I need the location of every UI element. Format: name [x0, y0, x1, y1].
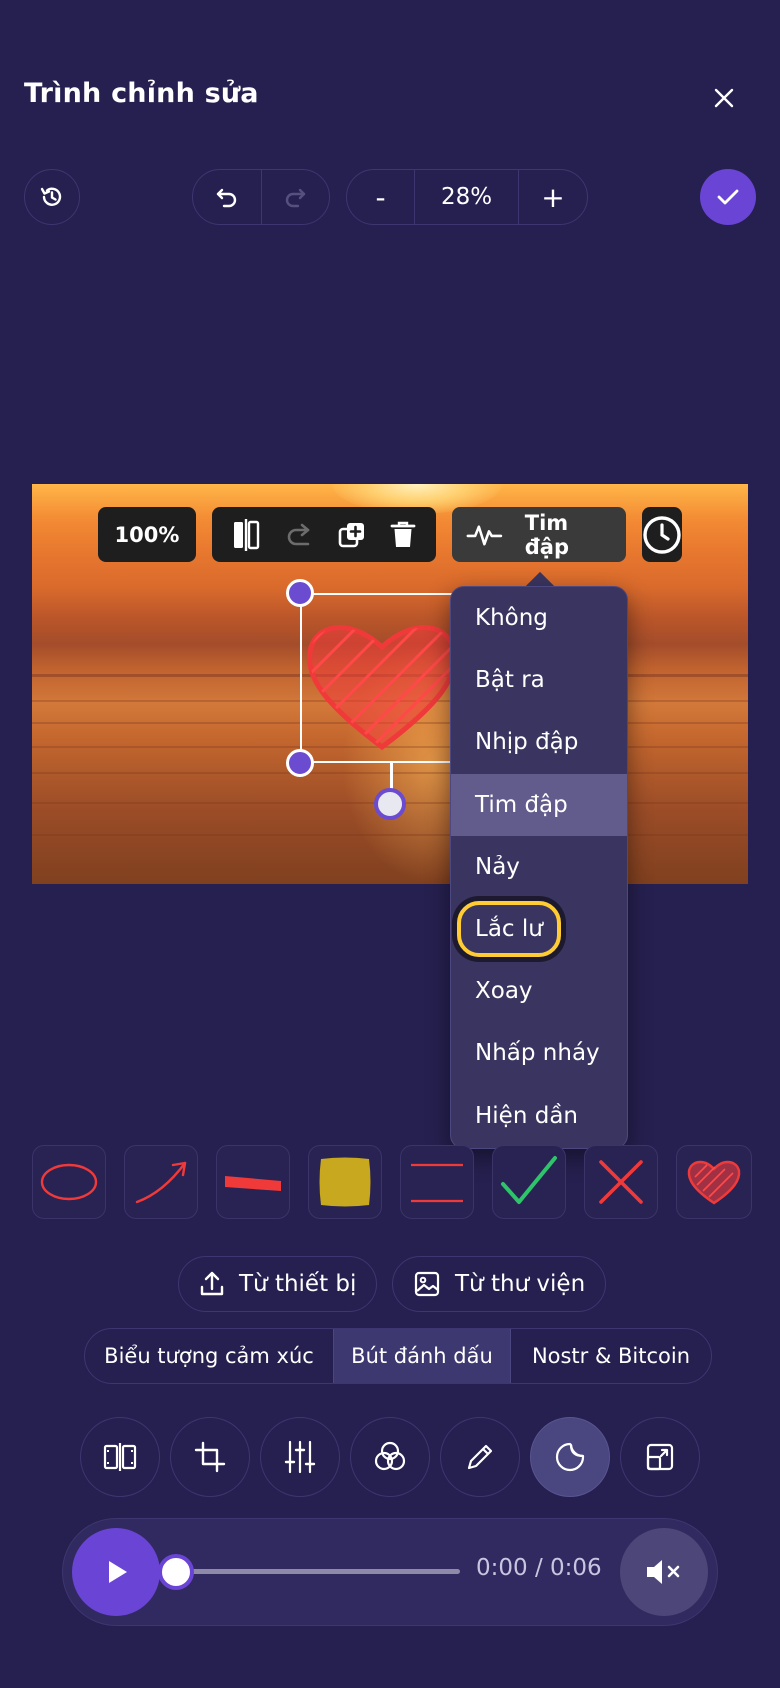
- undo-redo-group: [192, 169, 330, 225]
- resize-handle-bottom-left[interactable]: [286, 749, 314, 777]
- confirm-button[interactable]: [700, 169, 756, 225]
- close-button[interactable]: [704, 78, 744, 118]
- double-line-sticker[interactable]: [400, 1145, 474, 1219]
- check-icon: [717, 189, 739, 205]
- timing-button[interactable]: [642, 507, 682, 562]
- seek-track[interactable]: [176, 1569, 460, 1574]
- object-tools: [212, 507, 436, 562]
- speaker-muted-icon: [647, 1560, 680, 1584]
- image-library-icon: [414, 1271, 440, 1297]
- crop-tool-button[interactable]: [170, 1417, 250, 1497]
- sticker-tool-button[interactable]: [530, 1417, 610, 1497]
- tab-markers[interactable]: Bút đánh dấu: [333, 1329, 511, 1383]
- cross-sticker[interactable]: [584, 1145, 658, 1219]
- anim-option-fade-in[interactable]: Hiện dần: [451, 1085, 627, 1147]
- opacity-button[interactable]: 100%: [98, 507, 196, 562]
- animation-dropdown: Không Bật ra Nhịp đập Tim đập Nảy Lắc lư…: [450, 586, 628, 1149]
- redo-arrow-icon[interactable]: [282, 519, 314, 551]
- rotate-handle[interactable]: [374, 788, 406, 820]
- redo-button[interactable]: [260, 170, 330, 224]
- ellipse-sticker[interactable]: [32, 1145, 106, 1219]
- duplicate-icon[interactable]: [336, 519, 368, 551]
- resize-tool-button[interactable]: [620, 1417, 700, 1497]
- flip-icon[interactable]: [231, 518, 261, 552]
- draw-icon: [467, 1444, 493, 1470]
- anim-option-none[interactable]: Không: [451, 587, 627, 649]
- line-sticker[interactable]: [216, 1145, 290, 1219]
- filter-icon: [374, 1441, 406, 1471]
- upload-from-library-label: Từ thư viện: [455, 1271, 586, 1297]
- animation-label: Tim đập: [524, 510, 569, 559]
- mute-button[interactable]: [620, 1528, 708, 1616]
- playback-time: 0:00 / 0:06: [476, 1555, 602, 1581]
- zoom-control: - 28% +: [346, 169, 588, 225]
- seek-thumb[interactable]: [158, 1554, 194, 1590]
- play-button[interactable]: [72, 1528, 160, 1616]
- sticker-icon: [555, 1442, 585, 1472]
- draw-tool-button[interactable]: [440, 1417, 520, 1497]
- close-icon: [714, 88, 734, 108]
- trash-icon[interactable]: [389, 519, 417, 551]
- adjust-icon: [284, 1440, 316, 1474]
- tab-emoji[interactable]: Biểu tượng cảm xúc: [85, 1329, 333, 1383]
- zoom-out-button[interactable]: -: [347, 170, 415, 224]
- pulse-icon: [466, 524, 503, 545]
- zoom-level: 28%: [415, 170, 519, 224]
- anim-option-wobble[interactable]: Lắc lư: [451, 898, 627, 960]
- resize-icon: [646, 1443, 674, 1471]
- redo-icon: [286, 188, 306, 208]
- filter-tool-button[interactable]: [350, 1417, 430, 1497]
- clock-icon: [643, 515, 681, 554]
- crop-icon: [194, 1441, 226, 1473]
- adjust-tool-button[interactable]: [260, 1417, 340, 1497]
- undo-button[interactable]: [193, 170, 261, 224]
- upload-from-device-button[interactable]: Từ thiết bị: [178, 1256, 378, 1312]
- page-title: Trình chỉnh sửa: [24, 78, 259, 109]
- arrow-sticker[interactable]: [124, 1145, 198, 1219]
- anim-option-spin[interactable]: Xoay: [451, 960, 627, 1022]
- trim-tool-button[interactable]: [80, 1417, 160, 1497]
- anim-option-heartbeat[interactable]: Tim đập: [451, 773, 627, 836]
- history-button[interactable]: [24, 169, 80, 225]
- tab-nostr-bitcoin[interactable]: Nostr & Bitcoin: [511, 1329, 711, 1383]
- sticker-category-tabs: Biểu tượng cảm xúc Bút đánh dấu Nostr & …: [84, 1328, 712, 1384]
- history-icon: [40, 187, 62, 206]
- zoom-in-button[interactable]: +: [519, 170, 587, 224]
- animation-button[interactable]: Tim đập: [452, 507, 626, 562]
- undo-icon: [216, 188, 236, 208]
- anim-option-pulse[interactable]: Nhịp đập: [451, 711, 627, 773]
- anim-option-pop[interactable]: Bật ra: [451, 649, 627, 711]
- play-icon: [109, 1561, 127, 1583]
- highlight-sticker[interactable]: [308, 1145, 382, 1219]
- upload-from-device-label: Từ thiết bị: [239, 1271, 357, 1297]
- heart-sticker[interactable]: [676, 1145, 752, 1219]
- check-sticker[interactable]: [492, 1145, 566, 1219]
- resize-handle-top-left[interactable]: [286, 579, 314, 607]
- upload-from-library-button[interactable]: Từ thư viện: [392, 1256, 607, 1312]
- anim-option-blink[interactable]: Nhấp nháy: [451, 1022, 627, 1084]
- upload-icon: [200, 1271, 224, 1296]
- anim-option-bounce[interactable]: Nảy: [451, 836, 627, 898]
- trim-icon: [103, 1443, 137, 1471]
